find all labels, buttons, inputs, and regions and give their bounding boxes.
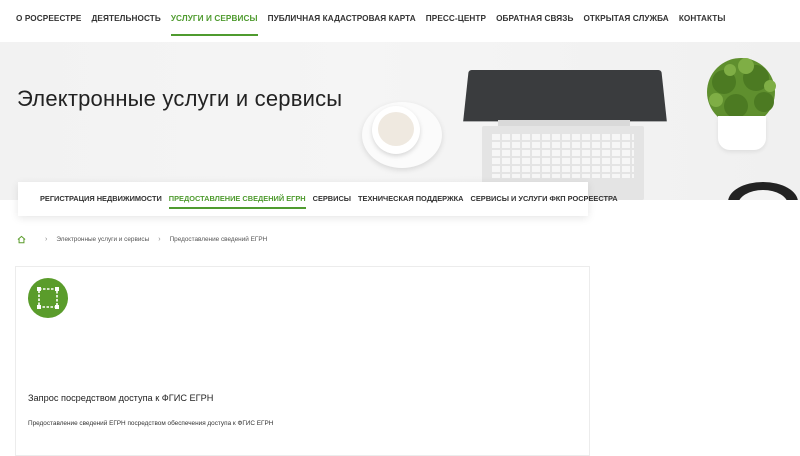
coffee-image bbox=[378, 112, 414, 146]
nav-item-about[interactable]: О РОСРЕЕСТРЕ bbox=[16, 13, 82, 25]
map-frame-icon bbox=[37, 287, 59, 309]
service-description: Предоставление сведений ЕГРН посредством… bbox=[28, 420, 274, 427]
chevron-right-icon: › bbox=[158, 236, 161, 243]
breadcrumb: › Электронные услуги и сервисы › Предост… bbox=[17, 235, 267, 244]
subnav-list: РЕГИСТРАЦИЯ НЕДВИЖИМОСТИ ПРЕДОСТАВЛЕНИЕ … bbox=[40, 194, 625, 209]
section-subnav: РЕГИСТРАЦИЯ НЕДВИЖИМОСТИ ПРЕДОСТАВЛЕНИЕ … bbox=[18, 182, 618, 216]
mouse-image bbox=[728, 182, 798, 200]
laptop-keyboard-image bbox=[492, 132, 634, 178]
nav-item-activity[interactable]: ДЕЯТЕЛЬНОСТЬ bbox=[92, 13, 161, 25]
hero-banner: Электронные услуги и сервисы bbox=[0, 42, 800, 200]
top-navigation: О РОСРЕЕСТРЕ ДЕЯТЕЛЬНОСТЬ УСЛУГИ И СЕРВИ… bbox=[0, 0, 800, 42]
breadcrumb-item-current: Предоставление сведений ЕГРН bbox=[169, 236, 268, 243]
nav-item-open-service[interactable]: ОТКРЫТАЯ СЛУЖБА bbox=[583, 13, 668, 25]
subnav-item-tech-support[interactable]: ТЕХНИЧЕСКАЯ ПОДДЕРЖКА bbox=[358, 194, 463, 204]
plant-pot-image bbox=[718, 116, 766, 150]
service-badge bbox=[28, 278, 68, 318]
nav-item-press-center[interactable]: ПРЕСС-ЦЕНТР bbox=[426, 13, 486, 25]
nav-item-cadastral-map[interactable]: ПУБЛИЧНАЯ КАДАСТРОВАЯ КАРТА bbox=[268, 13, 416, 25]
laptop-screen-image bbox=[463, 70, 667, 122]
breadcrumb-item-services[interactable]: Электронные услуги и сервисы bbox=[56, 236, 149, 243]
home-icon[interactable] bbox=[17, 235, 26, 244]
subnav-item-services[interactable]: СЕРВИСЫ bbox=[313, 194, 351, 204]
service-card[interactable]: Запрос посредством доступа к ФГИС ЕГРН П… bbox=[15, 266, 590, 456]
nav-item-contacts[interactable]: КОНТАКТЫ bbox=[679, 13, 726, 25]
service-title[interactable]: Запрос посредством доступа к ФГИС ЕГРН bbox=[28, 393, 213, 403]
nav-item-feedback[interactable]: ОБРАТНАЯ СВЯЗЬ bbox=[496, 13, 573, 25]
subnav-item-registration[interactable]: РЕГИСТРАЦИЯ НЕДВИЖИМОСТИ bbox=[40, 194, 162, 204]
subnav-item-fkp-services[interactable]: СЕРВИСЫ И УСЛУГИ ФКП РОСРЕЕСТРА bbox=[471, 194, 618, 204]
subnav-item-egrn-info[interactable]: ПРЕДОСТАВЛЕНИЕ СВЕДЕНИЙ ЕГРН bbox=[168, 194, 306, 209]
page-title: Электронные услуги и сервисы bbox=[17, 86, 343, 111]
nav-item-services[interactable]: УСЛУГИ И СЕРВИСЫ bbox=[170, 13, 258, 36]
chevron-right-icon: › bbox=[45, 236, 48, 243]
top-nav-list: О РОСРЕЕСТРЕ ДЕЯТЕЛЬНОСТЬ УСЛУГИ И СЕРВИ… bbox=[16, 13, 736, 36]
